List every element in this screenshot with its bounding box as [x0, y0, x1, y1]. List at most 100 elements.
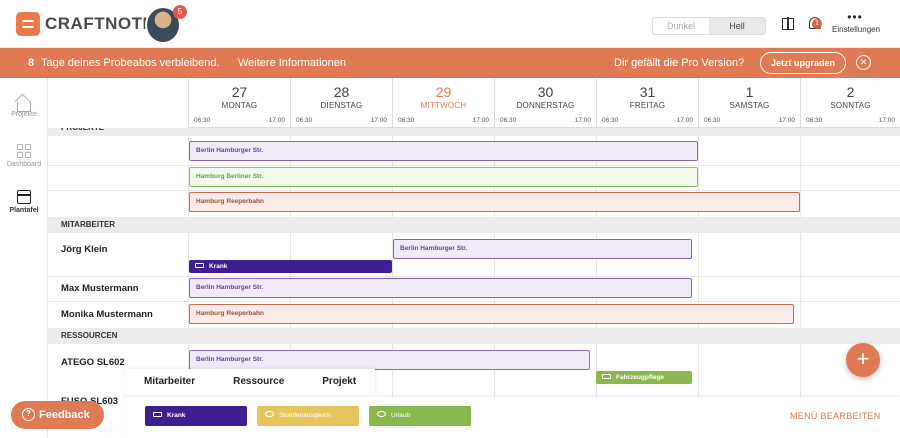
nav-item-label: Plantafel [9, 207, 39, 214]
top-bar: CRAFTNOTE 5 Dunkel Hell 1 ••• Einstellun… [0, 0, 900, 48]
legend-krank[interactable]: Krank [145, 406, 247, 426]
day-number: 28 [333, 84, 350, 100]
end-time: 17:00 [370, 117, 387, 124]
nav-item-projekte[interactable]: Projekte [0, 98, 48, 118]
start-time: 06:30 [500, 117, 517, 124]
absence-chip[interactable]: Krank [189, 260, 392, 273]
logo-icon [16, 12, 40, 36]
trial-banner: 8 Tage deines Probeabos verbleibend. Wei… [0, 48, 900, 78]
day-name: DIENSTAG [320, 101, 363, 110]
bed-icon [153, 411, 162, 417]
day-name: FREITAG [629, 101, 666, 110]
calendar-header: 27 MONTAG 06:30 17:00 28 DIENSTAG 06:30 … [188, 78, 900, 128]
nav-item-plantafel[interactable]: Plantafel [0, 190, 48, 214]
day-number: 29 [435, 84, 452, 100]
settings-label: Einstellungen [832, 25, 881, 34]
theme-dark-option[interactable]: Dunkel [653, 18, 709, 34]
day-number: 2 [846, 84, 855, 100]
row-divider [48, 165, 900, 166]
day-number: 31 [639, 84, 656, 100]
project-bar[interactable]: Hamburg Reeperbahn [189, 192, 800, 212]
assignment-bar[interactable]: Berlin Hamburger Str. [189, 278, 692, 298]
gift-icon[interactable] [782, 17, 794, 30]
assignment-bar[interactable]: Berlin Hamburger Str. [189, 350, 590, 370]
absence-label: Krank [209, 263, 228, 270]
close-icon[interactable]: ✕ [856, 55, 871, 70]
assignment-bar[interactable]: Berlin Hamburger Str. [393, 239, 692, 259]
question-icon: ? [22, 408, 35, 421]
day-name: MITTWOCH [420, 101, 467, 110]
dashboard-grid-icon [17, 144, 31, 158]
umbrella-icon [377, 411, 386, 418]
row-divider [48, 301, 900, 302]
car-icon [602, 373, 611, 379]
start-time: 06:30 [194, 117, 211, 124]
tab-projekt[interactable]: Projekt [303, 369, 375, 397]
edit-menu-link[interactable]: MENÜ BEARBEITEN [790, 411, 881, 421]
sync-icon [265, 411, 274, 418]
start-time: 06:30 [296, 117, 313, 124]
start-time: 06:30 [704, 117, 721, 124]
maintenance-label: Fahrzeugpflege [616, 374, 665, 381]
resource-name[interactable]: ATEGO SL602 [61, 357, 125, 368]
tab-ressource[interactable]: Ressource [214, 369, 303, 397]
employee-name[interactable]: Max Mustermann [61, 283, 139, 294]
day-number: 27 [231, 84, 248, 100]
feedback-label: Feedback [39, 409, 90, 421]
project-bar[interactable]: Berlin Hamburger Str. [189, 141, 698, 161]
start-time: 06:30 [806, 117, 823, 124]
calendar-icon [17, 190, 31, 204]
nav-item-label: Dashboard [6, 161, 42, 168]
end-time: 17:00 [778, 117, 795, 124]
craftnote-logo[interactable]: CRAFTNOTE [16, 12, 154, 36]
add-button[interactable]: + [846, 343, 880, 377]
grid-line [800, 128, 801, 438]
left-navigation: Projekte Dashboard Plantafel [0, 78, 48, 438]
section-header-ressourcen: RESSOURCEN [48, 328, 900, 344]
end-time: 17:00 [676, 117, 693, 124]
nav-item-dashboard[interactable]: Dashboard [0, 144, 48, 168]
section-header-mitarbeiter: MITARBEITER [48, 217, 900, 233]
day-name: SAMSTAG [729, 101, 770, 110]
start-time: 06:30 [398, 117, 415, 124]
day-column-header-today: 29 MITTWOCH 06:30 17:00 [392, 78, 494, 128]
theme-toggle[interactable]: Dunkel Hell [652, 17, 766, 35]
project-bar[interactable]: Hamburg Berliner Str. [189, 167, 698, 187]
legend-label: Urlaub [391, 412, 411, 419]
upgrade-button[interactable]: Jetzt upgraden [760, 52, 846, 74]
end-time: 17:00 [472, 117, 489, 124]
house-icon [17, 102, 31, 112]
legend-label: Krank [167, 412, 186, 419]
maintenance-chip[interactable]: Fahrzeugpflege [596, 371, 692, 384]
day-column-header: 1 SAMSTAG 06:30 17:00 [698, 78, 800, 128]
feedback-button[interactable]: ? Feedback [11, 401, 104, 429]
end-time: 17:00 [268, 117, 285, 124]
start-time: 06:30 [602, 117, 619, 124]
legend-label: Stundenausgleich [279, 412, 331, 419]
day-column-header: 27 MONTAG 06:30 17:00 [188, 78, 290, 128]
row-divider [48, 276, 900, 277]
day-column-header: 31 FREITAG 06:30 17:00 [596, 78, 698, 128]
pro-question: Dir gefällt die Pro Version? [614, 57, 745, 69]
employee-name[interactable]: Monika Mustermann [61, 309, 153, 320]
day-name: MONTAG [221, 101, 258, 110]
nav-item-label: Projekte [11, 111, 37, 118]
legend-urlaub[interactable]: Urlaub [369, 406, 471, 426]
grid-line [698, 128, 699, 438]
theme-light-option[interactable]: Hell [709, 18, 765, 34]
end-time: 17:00 [574, 117, 591, 124]
day-column-header: 28 DIENSTAG 06:30 17:00 [290, 78, 392, 128]
assignment-bar[interactable]: Hamburg Reeperbahn [189, 304, 794, 324]
day-column-header: 2 SONNTAG 06:30 17:00 [800, 78, 900, 128]
avatar-badge: 5 [173, 5, 187, 19]
trial-text: Tage deines Probeabos verbleibend. [41, 57, 220, 69]
employee-name[interactable]: Jörg Klein [61, 244, 107, 255]
legend-stundenausgleich[interactable]: Stundenausgleich [257, 406, 359, 426]
tab-mitarbeiter[interactable]: Mitarbeiter [125, 369, 215, 397]
more-dots-icon: ••• [847, 10, 863, 24]
more-info-link[interactable]: Weitere Informationen [238, 57, 346, 69]
trial-days-count: 8 [28, 57, 35, 69]
end-time: 17:00 [878, 117, 895, 124]
settings-button[interactable]: ••• Einstellungen [832, 10, 881, 34]
day-number: 1 [745, 84, 754, 100]
